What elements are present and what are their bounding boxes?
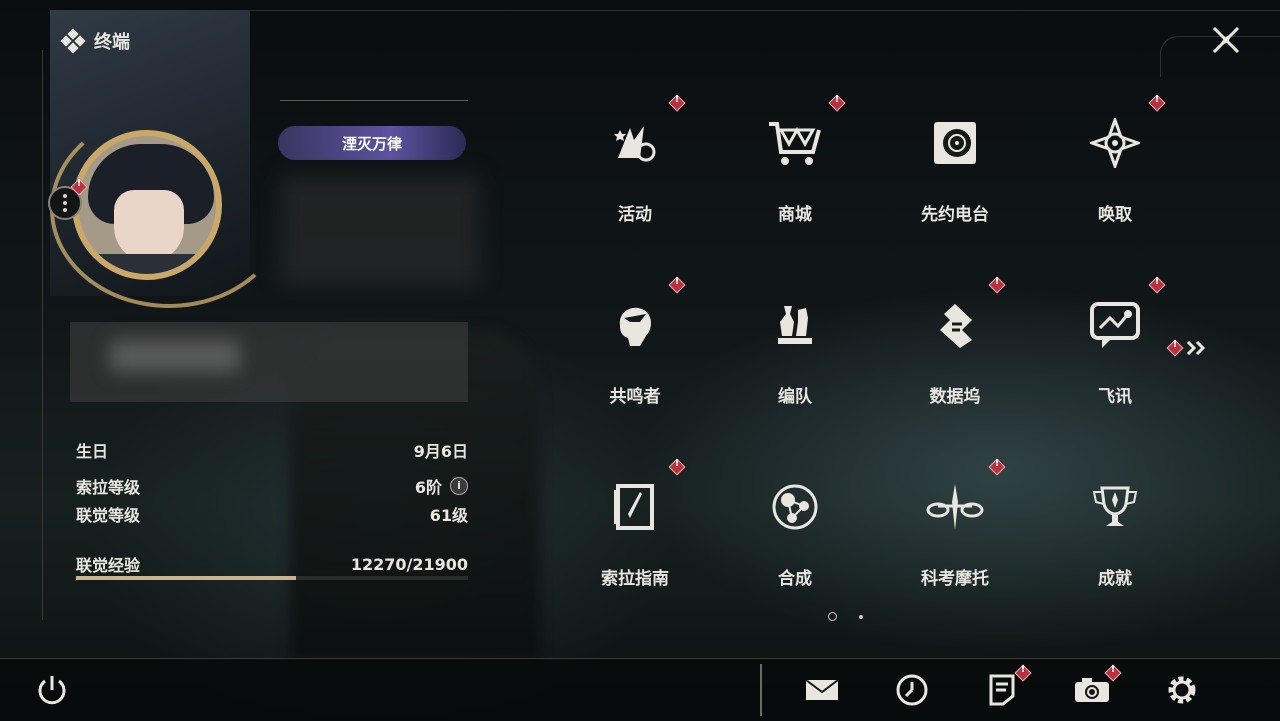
avatar-face (114, 190, 184, 262)
page-indicator (828, 612, 863, 621)
menu-label: 成就 (1098, 569, 1132, 589)
next-page-button[interactable] (1168, 339, 1208, 356)
xp-progress-bar (76, 576, 468, 580)
alert-badge (830, 94, 844, 110)
alert-badge (990, 276, 1004, 292)
power-icon (38, 676, 66, 705)
notes-icon (989, 674, 1015, 706)
stat-label: 联觉经验 (76, 556, 141, 575)
menu-tile-motorbike[interactable]: 科考摩托 (904, 460, 1006, 600)
close-button[interactable] (1198, 12, 1254, 68)
alert-badge (1150, 276, 1164, 292)
menu-label: 活动 (618, 205, 652, 225)
guide-book-icon (602, 474, 668, 540)
mail-icon (805, 679, 839, 700)
menu-label: 编队 (778, 387, 812, 407)
menu-label: 科考摩托 (921, 569, 989, 589)
hidden-signature-box (70, 322, 468, 402)
settings-icon (1168, 676, 1196, 704)
menu-tile-radio[interactable]: 先约电台 (904, 96, 1006, 236)
menu-tile-activity[interactable]: 活动 (584, 96, 686, 236)
left-frame-line (42, 50, 43, 620)
shop-cart-icon (762, 110, 828, 176)
top-frame-line (250, 10, 1280, 11)
page-title-text: 终端 (94, 32, 130, 53)
menu-tile-summon[interactable]: 唤取 (1064, 96, 1166, 236)
stat-value: 6阶 (414, 478, 442, 497)
menu-tile-synthesis[interactable]: 合成 (744, 460, 846, 600)
alert-badge (1106, 664, 1120, 680)
stat-value: 12270/21900 (350, 554, 468, 574)
close-icon (1212, 26, 1240, 54)
avatar[interactable] (72, 130, 222, 280)
summon-compass-icon (1082, 110, 1148, 176)
menu-label: 索拉指南 (601, 569, 669, 589)
trophy-icon (1082, 474, 1148, 540)
bottom-bar-divider (760, 664, 762, 716)
terminal-diamond-icon (60, 28, 86, 54)
page-dot[interactable] (859, 614, 863, 619)
menu-label: 合成 (778, 569, 812, 589)
menu-tile-resonators[interactable]: 共鸣者 (584, 278, 686, 418)
synthesis-icon (762, 474, 828, 540)
alert-badge (670, 94, 684, 110)
chess-team-icon (762, 292, 828, 358)
stat-union-level: 联觉等级 61级 (76, 502, 468, 526)
menu-tile-messages[interactable]: 飞讯 (1064, 278, 1166, 418)
stat-label: 生日 (76, 442, 109, 461)
event-icon (602, 110, 668, 176)
page-title: 终端 (60, 28, 130, 54)
clock-button[interactable] (890, 668, 934, 712)
title-badge[interactable]: 湮灭万律 (278, 126, 466, 160)
stat-sol-rank: 索拉等级 6阶 i (76, 474, 468, 498)
menu-tile-shop[interactable]: 商城 (744, 96, 846, 236)
stat-value: 61级 (429, 506, 468, 525)
stat-label: 联觉等级 (76, 506, 141, 525)
clock-icon (896, 674, 928, 706)
mail-button[interactable] (800, 668, 844, 712)
more-dot (63, 194, 67, 198)
menu-tile-guide[interactable]: 索拉指南 (584, 460, 686, 600)
alert-badge (1150, 94, 1164, 110)
alert-badge (670, 276, 684, 292)
resonator-head-icon (602, 292, 668, 358)
hidden-text-blur (110, 340, 240, 372)
stat-label: 索拉等级 (76, 478, 141, 497)
more-dot (63, 208, 67, 212)
stat-birthday: 生日 9月6日 (76, 438, 468, 462)
menu-label: 商城 (778, 205, 812, 225)
alert-badge (1016, 664, 1030, 680)
xp-progress-fill (76, 576, 296, 580)
menu-tile-achievements[interactable]: 成就 (1064, 460, 1166, 600)
radio-icon (922, 110, 988, 176)
menu-tile-data-dock[interactable]: 数据坞 (904, 278, 1006, 418)
menu-label: 共鸣者 (609, 387, 661, 407)
title-badge-text: 湮灭万律 (341, 134, 402, 153)
motorbike-icon (922, 474, 988, 540)
hidden-player-name (280, 175, 480, 285)
alert-badge (990, 458, 1004, 474)
name-divider (280, 100, 468, 101)
stat-union-xp: 联觉经验 12270/21900 (76, 552, 468, 576)
double-chevron-right-icon (1186, 340, 1206, 356)
menu-label: 飞讯 (1098, 387, 1132, 407)
page-dot-active[interactable] (828, 612, 837, 621)
message-icon (1082, 292, 1148, 358)
stat-value: 9月6日 (413, 442, 468, 461)
alert-badge (72, 178, 86, 194)
menu-label: 数据坞 (929, 387, 981, 407)
menu-label: 先约电台 (921, 205, 989, 225)
more-dot (63, 201, 67, 205)
info-icon[interactable]: i (450, 477, 468, 495)
menu-label: 唤取 (1098, 205, 1132, 225)
alert-badge (1168, 339, 1182, 355)
menu-tile-team[interactable]: 编队 (744, 278, 846, 418)
data-dock-icon (922, 292, 988, 358)
settings-button[interactable] (1160, 668, 1204, 712)
power-button[interactable] (30, 668, 74, 712)
alert-badge (670, 458, 684, 474)
